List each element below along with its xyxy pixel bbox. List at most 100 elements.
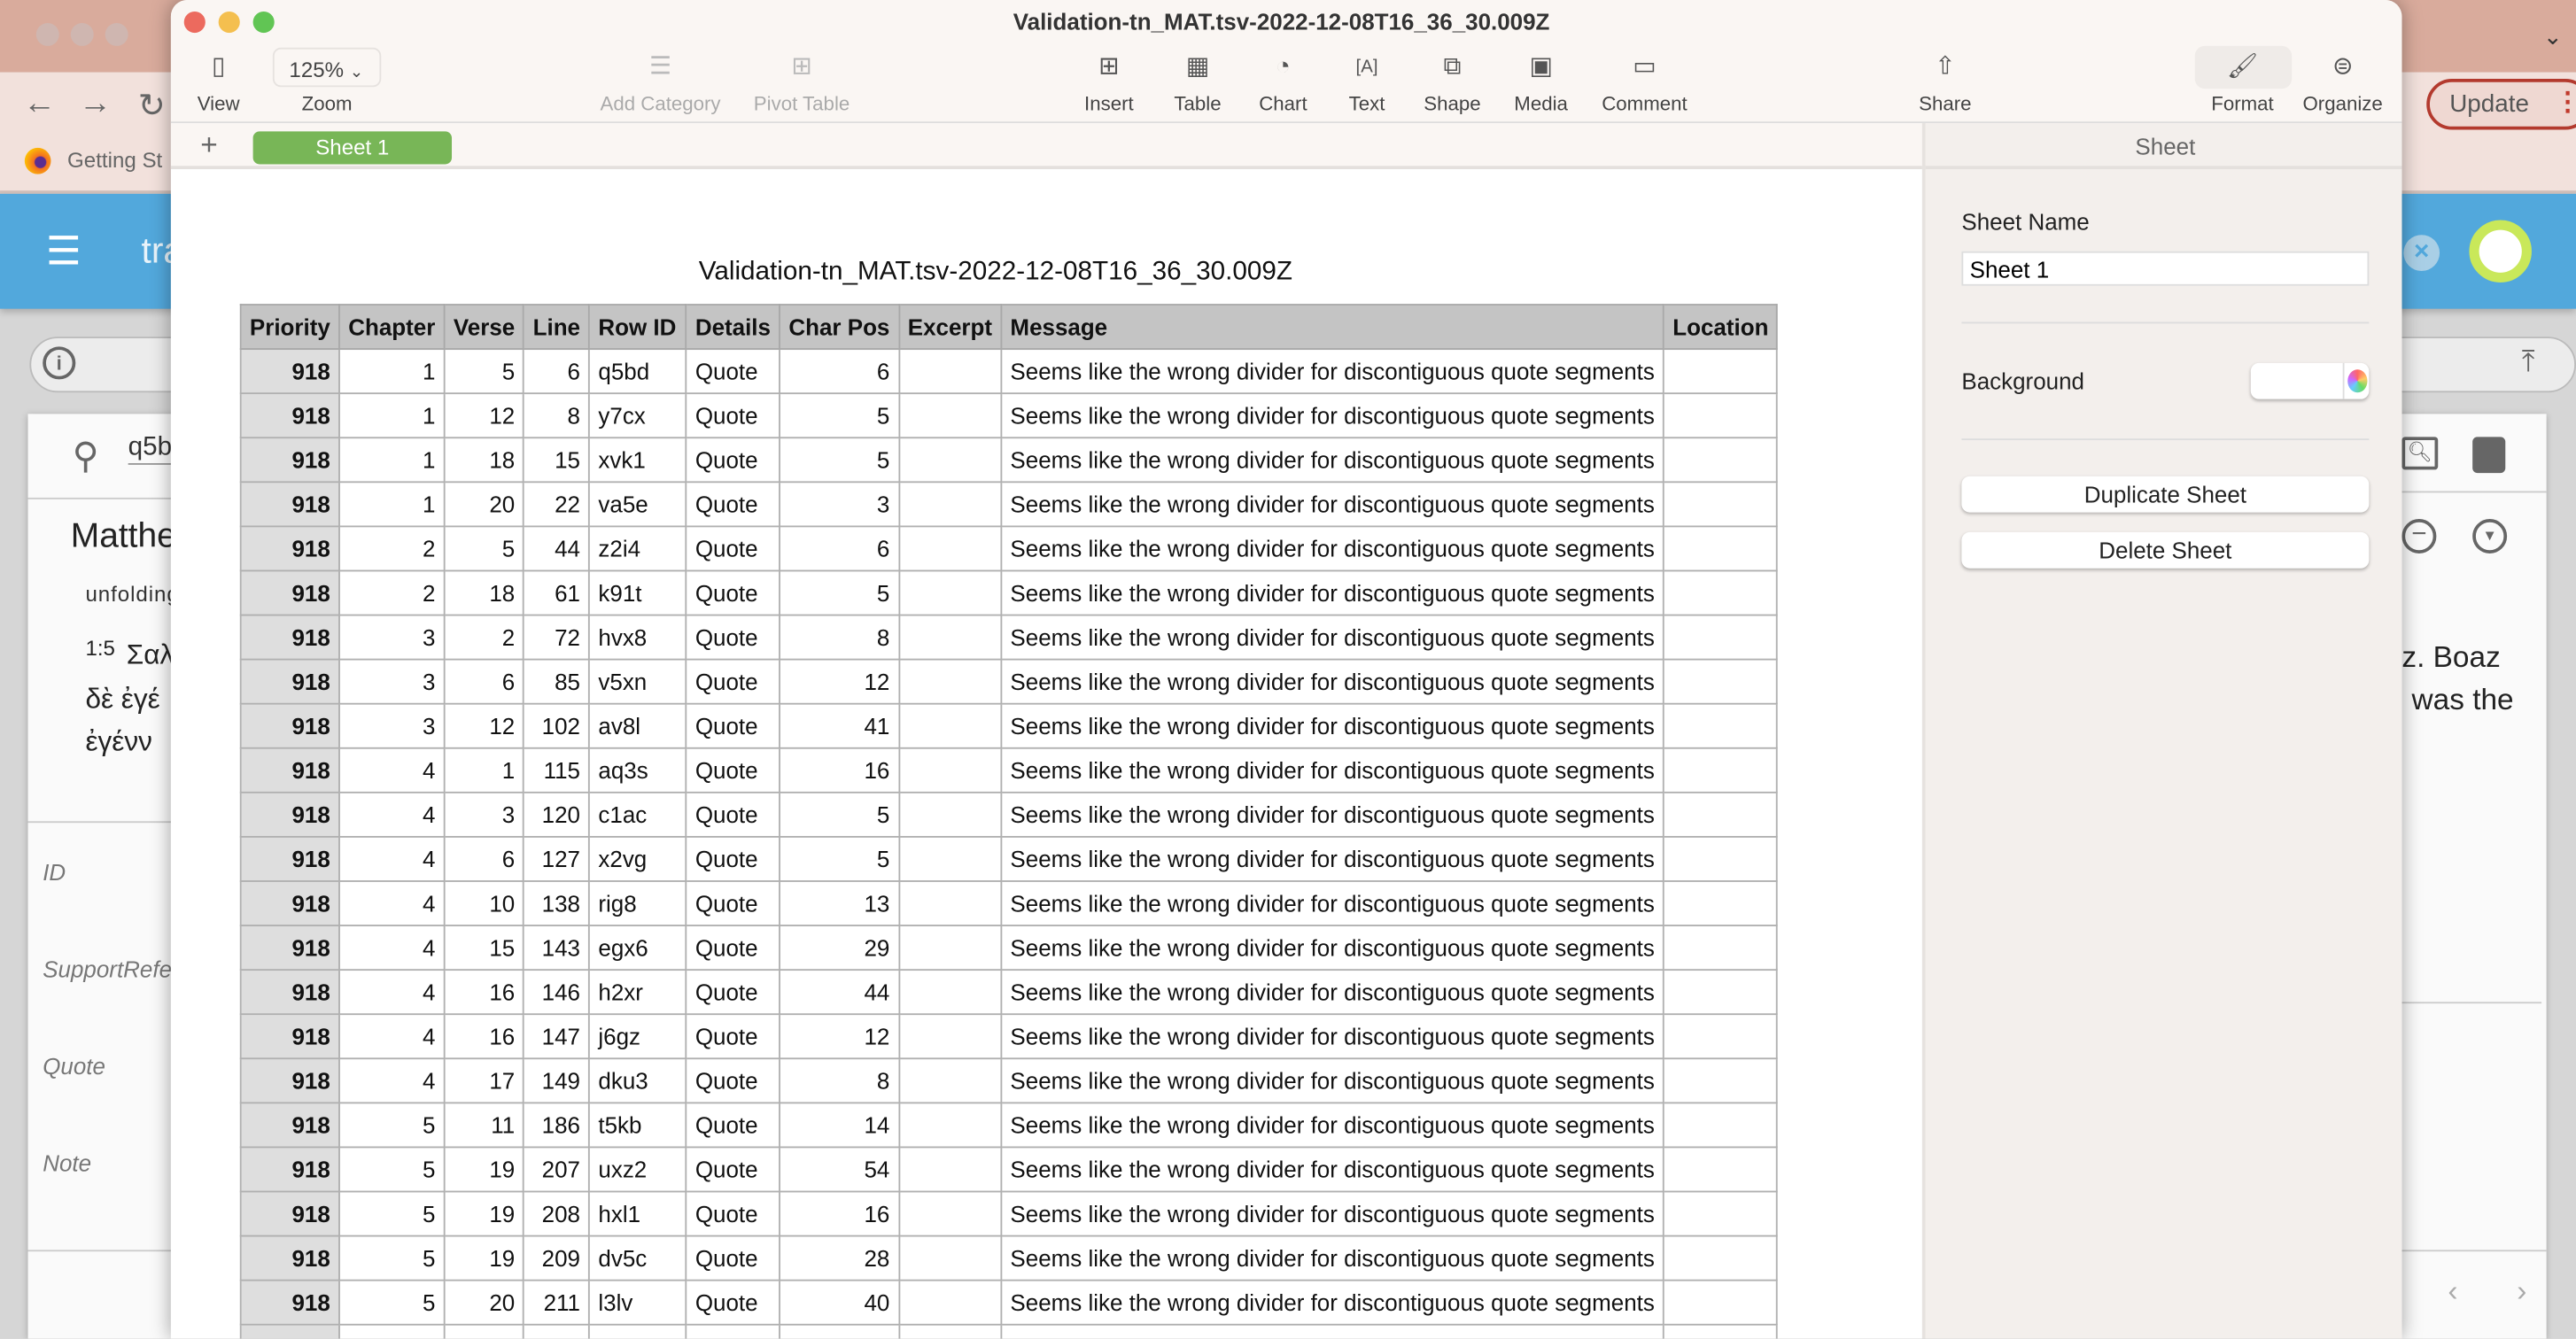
cell-priority[interactable]: 918 [239,525,340,572]
cell-excerpt[interactable] [897,702,1003,749]
cell-verse[interactable]: 18 [443,437,525,484]
cell-excerpt[interactable] [897,791,1003,838]
cell-verse[interactable]: 12 [443,702,525,749]
cell-char-pos[interactable] [779,1323,900,1339]
cell-message[interactable]: Seems like the wrong divider for discont… [1000,481,1664,528]
cell-line[interactable]: 15 [523,437,591,484]
cell-char-pos[interactable]: 28 [779,1235,900,1281]
cell-verse[interactable]: 20 [443,1279,525,1326]
cell-line[interactable]: 115 [523,747,591,793]
prev-page-icon[interactable]: ‹ [2448,1274,2457,1309]
toolbar-view[interactable]: ▯ View [171,50,276,114]
cell-row-id[interactable]: hvx8 [588,614,687,661]
cell-details[interactable]: Quote [685,525,781,572]
cell-priority[interactable]: 918 [239,614,340,661]
cell-verse[interactable]: 19 [443,1235,525,1281]
toolbar-add-category[interactable]: ☰ Add Category [586,50,734,114]
cell-char-pos[interactable]: 3 [779,481,900,528]
cell-message[interactable]: Seems like the wrong divider for discont… [1000,969,1664,1016]
cell-chapter[interactable]: 1 [338,481,446,528]
cell-row-id[interactable]: dku3 [588,1057,687,1104]
cell-char-pos[interactable]: 5 [779,392,900,439]
cell-excerpt[interactable] [897,437,1003,484]
cell-chapter[interactable]: 4 [338,880,446,926]
duplicate-sheet-button[interactable]: Duplicate Sheet [1961,476,2370,513]
cell-line[interactable]: 127 [523,835,591,882]
cell-details[interactable]: Quote [685,747,781,793]
cell-verse[interactable]: 10 [443,880,525,926]
cell-location[interactable] [1663,1235,1779,1281]
column-header[interactable]: Details [685,304,781,351]
cell-row-id[interactable]: dv5c [588,1235,687,1281]
cell-priority[interactable]: 918 [239,835,340,882]
cell-char-pos[interactable]: 14 [779,1102,900,1149]
cell-char-pos[interactable]: 8 [779,614,900,661]
cell-char-pos[interactable]: 12 [779,658,900,705]
cell-excerpt[interactable] [897,1323,1003,1339]
forward-icon[interactable]: → [79,85,112,123]
dropdown-circle-icon[interactable]: ▼ [2472,519,2508,554]
cell-verse[interactable]: 20 [443,481,525,528]
cell-verse[interactable]: 1 [443,747,525,793]
cell-char-pos[interactable]: 6 [779,525,900,572]
cell-priority[interactable]: 918 [239,1013,340,1060]
cell-message[interactable]: Seems like the wrong divider for discont… [1000,880,1664,926]
cell-excerpt[interactable] [897,969,1003,1016]
cell-excerpt[interactable] [897,1146,1003,1193]
cell-line[interactable]: 85 [523,658,591,705]
zoom-dropdown[interactable]: 125% ⌄ [272,47,382,88]
cell-char-pos[interactable]: 8 [779,1057,900,1104]
cell-chapter[interactable]: 3 [338,702,446,749]
cell-location[interactable] [1663,835,1779,882]
cell-excerpt[interactable] [897,835,1003,882]
tabs-chevron-icon[interactable]: ⌄ [2543,23,2563,51]
cell-excerpt[interactable] [897,481,1003,528]
cell-row-id[interactable]: xvk1 [588,437,687,484]
cell-details[interactable]: Quote [685,1279,781,1326]
browser-zoom-button[interactable] [105,22,128,46]
cell-priority[interactable]: 918 [239,481,340,528]
cell-chapter[interactable]: 4 [338,1013,446,1060]
cell-row-id[interactable]: va5e [588,481,687,528]
cell-message[interactable]: Seems like the wrong divider for discont… [1000,569,1664,616]
cell-excerpt[interactable] [897,1235,1003,1281]
add-sheet-button[interactable]: + [200,128,218,163]
cell-location[interactable] [1663,1013,1779,1060]
cell-location[interactable] [1663,437,1779,484]
cell-details[interactable]: Quote [685,614,781,661]
toolbar-share[interactable]: ⇧ Share [1888,50,2003,114]
cell-details[interactable]: Quote [685,1146,781,1193]
cell-excerpt[interactable] [897,880,1003,926]
toolbar-format[interactable]: 🖌︎ Format [2185,50,2301,114]
cell-details[interactable]: Quote [685,348,781,395]
cell-chapter[interactable]: 3 [338,614,446,661]
cell-verse[interactable]: 5 [443,348,525,395]
cell-chapter[interactable]: 4 [338,925,446,971]
background-color-well[interactable] [2250,362,2370,399]
scroll-top-icon[interactable]: ⤒ [2522,344,2535,379]
column-header[interactable]: Message [1000,304,1664,351]
cell-location[interactable] [1663,1190,1779,1237]
cell-excerpt[interactable] [897,348,1003,395]
cell-priority[interactable]: 918 [239,437,340,484]
cell-row-id[interactable]: aq3s [588,747,687,793]
cell-row-id[interactable]: rig8 [588,880,687,926]
cell-line[interactable]: 208 [523,1190,591,1237]
cell-verse[interactable]: 18 [443,569,525,616]
cell-line[interactable]: 138 [523,880,591,926]
cell-details[interactable]: Quote [685,702,781,749]
cell-verse[interactable]: 17 [443,1057,525,1104]
cell-details[interactable]: Quote [685,392,781,439]
cell-message[interactable]: Seems like the wrong divider for discont… [1000,392,1664,439]
cell-excerpt[interactable] [897,1102,1003,1149]
cell-row-id[interactable]: j6gz [588,1013,687,1060]
cell-priority[interactable]: 918 [239,348,340,395]
cell-row-id[interactable]: x2vg [588,835,687,882]
cell-location[interactable] [1663,1323,1779,1339]
cell-chapter[interactable] [338,1323,446,1339]
cell-details[interactable]: Quote [685,925,781,971]
cell-char-pos[interactable]: 13 [779,880,900,926]
cell-char-pos[interactable]: 54 [779,1146,900,1193]
cell-char-pos[interactable]: 41 [779,702,900,749]
avatar[interactable] [2469,220,2532,283]
